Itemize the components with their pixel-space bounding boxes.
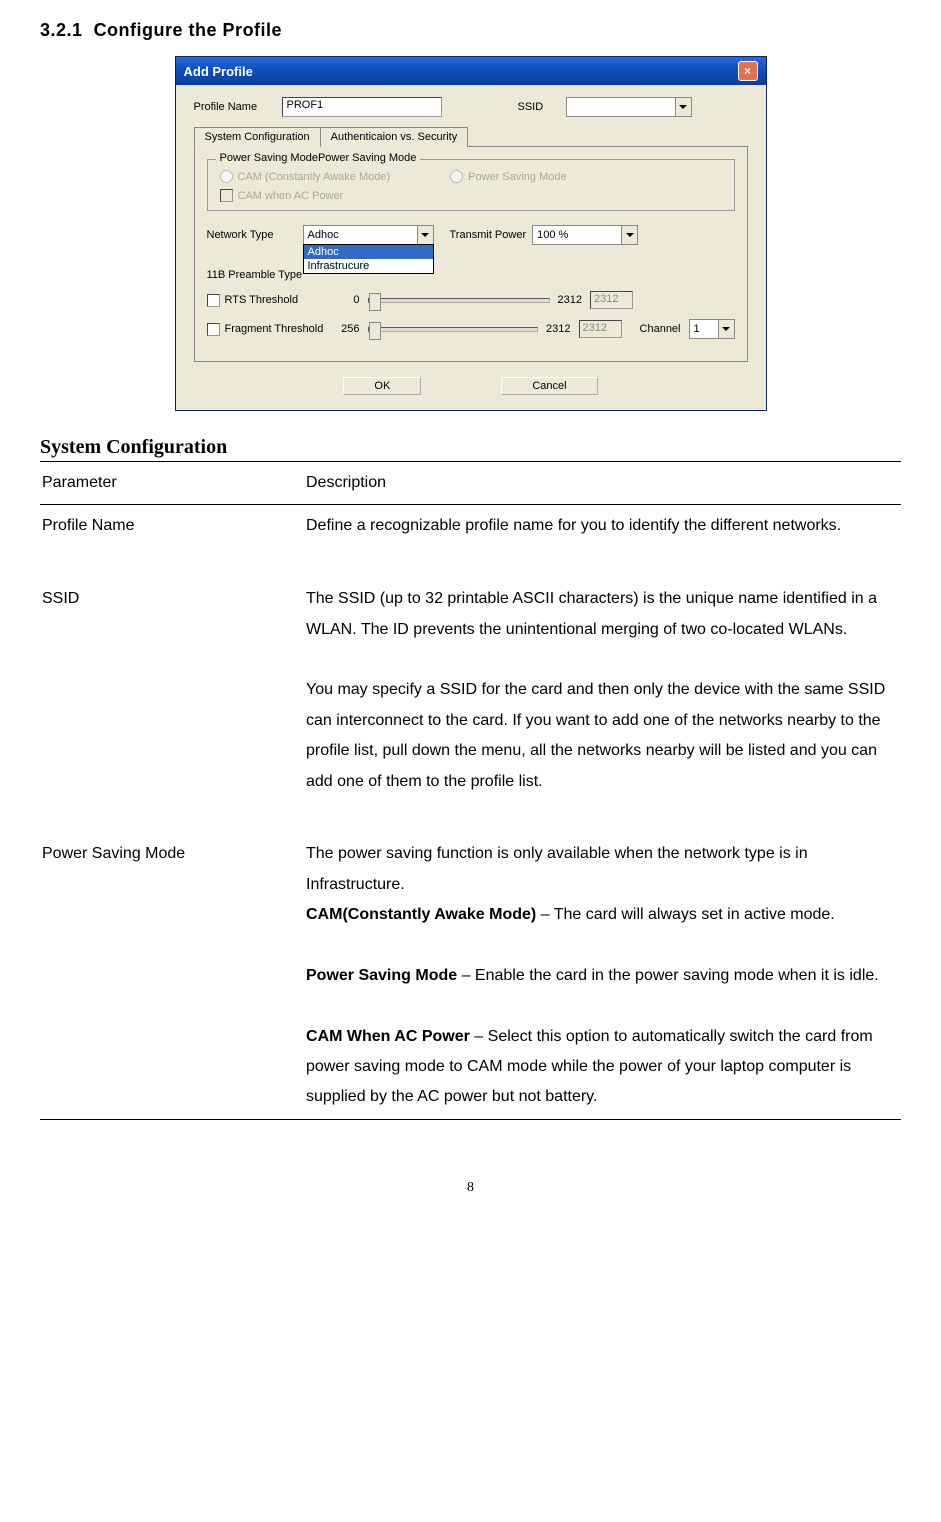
table-header-row: Parameter Description bbox=[40, 462, 901, 505]
desc-cell: The power saving function is only availa… bbox=[304, 833, 901, 1119]
radio-icon bbox=[220, 170, 233, 183]
rts-value-input[interactable]: 2312 bbox=[590, 291, 633, 309]
ok-button[interactable]: OK bbox=[343, 377, 421, 395]
rts-min: 0 bbox=[335, 294, 360, 306]
frag-min: 256 bbox=[335, 323, 360, 335]
chevron-down-icon bbox=[718, 320, 734, 338]
cam-ac-checkbox: CAM when AC Power bbox=[220, 189, 722, 202]
power-saving-groupbox: Power Saving ModePower Saving Mode CAM (… bbox=[207, 159, 735, 211]
fragment-slider[interactable] bbox=[368, 327, 539, 332]
psm-radio: Power Saving Mode bbox=[450, 170, 566, 183]
checkbox-icon bbox=[220, 189, 233, 202]
titlebar: Add Profile × bbox=[176, 57, 766, 85]
tab-authentication-security[interactable]: Authenticaion vs. Security bbox=[320, 127, 469, 147]
desc-cell: Define a recognizable profile name for y… bbox=[304, 505, 901, 578]
header-parameter: Parameter bbox=[40, 462, 304, 505]
table-row: Profile Name Define a recognizable profi… bbox=[40, 505, 901, 578]
groupbox-title: Power Saving ModePower Saving Mode bbox=[216, 152, 421, 164]
network-type-select[interactable]: Adhoc Adhoc Infrastrucure bbox=[303, 225, 434, 245]
profile-name-input[interactable]: PROF1 bbox=[282, 97, 442, 117]
header-description: Description bbox=[304, 462, 901, 505]
channel-select[interactable]: 1 bbox=[689, 319, 735, 339]
param-cell: SSID bbox=[40, 578, 304, 833]
add-profile-dialog: Add Profile × Profile Name PROF1 SSID Sy… bbox=[175, 56, 767, 411]
dropdown-item-infrastructure[interactable]: Infrastrucure bbox=[304, 259, 433, 273]
section-title: 3.2.1 Configure the Profile bbox=[40, 20, 901, 41]
checkbox-icon bbox=[207, 294, 220, 307]
dialog-title: Add Profile bbox=[184, 64, 253, 79]
description-table: Parameter Description Profile Name Defin… bbox=[40, 461, 901, 1120]
ssid-label: SSID bbox=[518, 101, 558, 113]
close-icon[interactable]: × bbox=[738, 61, 758, 81]
frag-value-input[interactable]: 2312 bbox=[579, 320, 622, 338]
table-row: SSID The SSID (up to 32 printable ASCII … bbox=[40, 578, 901, 833]
preamble-label: 11B Preamble Type bbox=[207, 269, 307, 281]
chevron-down-icon bbox=[417, 226, 433, 244]
config-heading: System Configuration bbox=[40, 436, 901, 459]
dialog-screenshot: Add Profile × Profile Name PROF1 SSID Sy… bbox=[40, 56, 901, 411]
network-type-dropdown: Adhoc Infrastrucure bbox=[303, 244, 434, 274]
rts-slider[interactable] bbox=[368, 298, 550, 303]
table-row: Power Saving Mode The power saving funct… bbox=[40, 833, 901, 1119]
checkbox-icon bbox=[207, 323, 220, 336]
desc-cell: The SSID (up to 32 printable ASCII chara… bbox=[304, 578, 901, 833]
chevron-down-icon bbox=[621, 226, 637, 244]
rts-max: 2312 bbox=[558, 294, 582, 306]
param-cell: Power Saving Mode bbox=[40, 833, 304, 1119]
tab-system-configuration[interactable]: System Configuration bbox=[194, 127, 321, 147]
channel-label: Channel bbox=[640, 323, 681, 335]
fragment-checkbox[interactable]: Fragment Threshold bbox=[207, 323, 327, 336]
ssid-select[interactable] bbox=[566, 97, 692, 117]
param-cell: Profile Name bbox=[40, 505, 304, 578]
profile-name-label: Profile Name bbox=[194, 101, 274, 113]
transmit-power-select[interactable]: 100 % bbox=[532, 225, 638, 245]
network-type-label: Network Type bbox=[207, 229, 297, 241]
transmit-power-label: Transmit Power bbox=[450, 229, 527, 241]
radio-icon bbox=[450, 170, 463, 183]
chevron-down-icon bbox=[675, 98, 691, 116]
cancel-button[interactable]: Cancel bbox=[501, 377, 597, 395]
rts-checkbox[interactable]: RTS Threshold bbox=[207, 294, 327, 307]
frag-max: 2312 bbox=[546, 323, 570, 335]
page-number: 8 bbox=[40, 1180, 901, 1196]
dropdown-item-adhoc[interactable]: Adhoc bbox=[304, 245, 433, 259]
cam-radio: CAM (Constantly Awake Mode) bbox=[220, 170, 391, 183]
